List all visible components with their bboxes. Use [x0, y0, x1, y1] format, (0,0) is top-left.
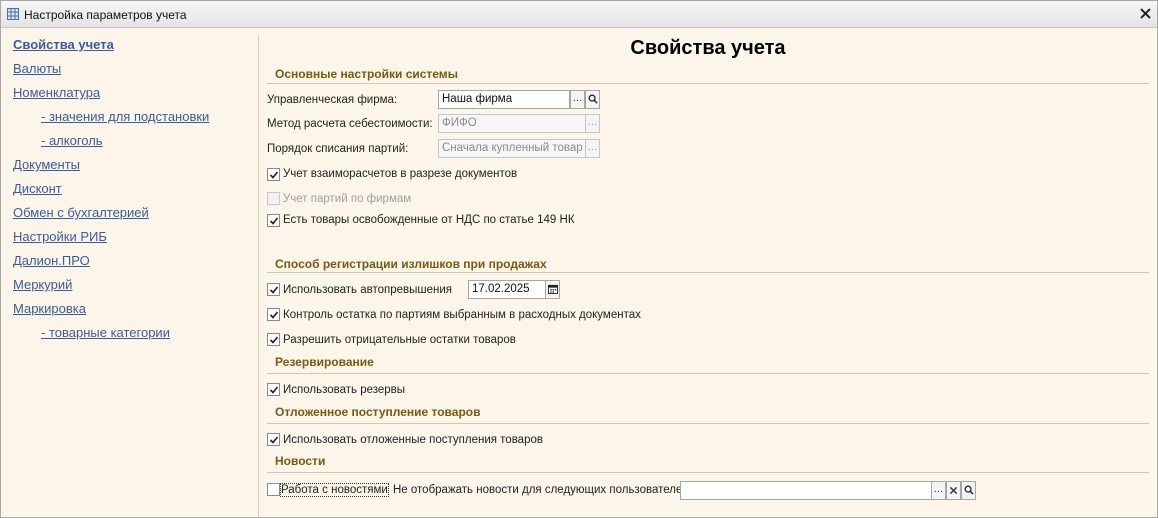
checkbox-news[interactable]	[267, 483, 280, 496]
window-title: Настройка параметров учета	[24, 8, 187, 22]
checkbox-batch-control-label[interactable]: Контроль остатка по партиям выбранным в …	[283, 309, 641, 321]
checkmark-icon	[269, 311, 279, 319]
sidebar-item-product-categories[interactable]: - товарные категории	[41, 325, 170, 340]
window-table-icon	[7, 8, 19, 20]
checkmark-icon	[269, 286, 279, 294]
checkmark-icon	[269, 336, 279, 344]
section-divider	[267, 472, 1149, 473]
sidebar-item-mercury[interactable]: Меркурий	[13, 277, 72, 292]
writeoff-order-label: Порядок списания партий:	[267, 143, 409, 155]
search-icon	[964, 485, 974, 495]
hide-news-clear-button[interactable]	[946, 481, 961, 500]
sidebar-item-nomenclature[interactable]: Номенклатура	[13, 85, 100, 100]
checkbox-settlements[interactable]	[267, 168, 280, 181]
firm-field[interactable]: Наша фирма	[438, 90, 570, 109]
checkmark-icon	[269, 171, 279, 179]
cost-method-field: ФИФО	[438, 114, 586, 133]
calendar-button[interactable]	[545, 280, 560, 299]
clear-icon	[949, 486, 958, 495]
autoexceed-date-field[interactable]: 17.02.2025	[468, 280, 546, 299]
checkbox-use-reserve[interactable]	[267, 383, 280, 396]
section-header-surplus: Способ регистрации излишков при продажах	[275, 257, 547, 271]
checkbox-autoexceed-label[interactable]: Использовать автопревышения	[283, 284, 452, 296]
search-icon	[588, 94, 598, 104]
checkbox-use-reserve-label[interactable]: Использовать резервы	[283, 384, 405, 396]
sidebar-item-accounting-properties[interactable]: Свойства учета	[13, 37, 114, 52]
sidebar-item-substitution-values[interactable]: - значения для подстановки	[41, 109, 209, 124]
checkmark-icon	[269, 386, 279, 394]
firm-select-button[interactable]: …	[570, 90, 585, 109]
checkbox-batches-by-firm	[267, 192, 280, 205]
checkbox-batch-control[interactable]	[267, 308, 280, 321]
checkmark-icon	[269, 436, 279, 444]
hide-news-users-label: Не отображать новости для следующих поль…	[393, 484, 692, 496]
cost-method-select-button: …	[585, 114, 600, 133]
hide-news-select-button[interactable]: …	[931, 481, 946, 500]
checkbox-vat-exempt[interactable]	[267, 214, 280, 227]
section-divider	[267, 423, 1149, 424]
firm-label: Управленческая фирма:	[267, 94, 398, 106]
sidebar-item-marking[interactable]: Маркировка	[13, 301, 86, 316]
checkbox-negative-stock-label[interactable]: Разрешить отрицательные остатки товаров	[283, 334, 516, 346]
section-header-reserve: Резервирование	[275, 355, 374, 369]
checkbox-autoexceed[interactable]	[267, 283, 280, 296]
checkbox-news-label[interactable]: Работа с новостями	[280, 483, 389, 497]
sidebar-item-currencies[interactable]: Валюты	[13, 61, 61, 76]
checkbox-settlements-label[interactable]: Учет взаиморасчетов в разрезе документов	[283, 168, 517, 180]
main-panel: Свойства учета Основные настройки систем…	[259, 29, 1157, 518]
settings-window: Настройка параметров учета Свойства учет…	[0, 0, 1158, 518]
calendar-icon	[547, 284, 558, 294]
firm-open-button[interactable]	[585, 90, 600, 109]
section-divider	[267, 272, 1149, 273]
sidebar-item-discount[interactable]: Дисконт	[13, 181, 62, 196]
sidebar-item-dalion-pro[interactable]: Далион.ПРО	[13, 253, 90, 268]
page-title: Свойства учета	[630, 37, 786, 59]
checkbox-batches-by-firm-label: Учет партий по фирмам	[283, 193, 412, 205]
sidebar-nav: Свойства учета Валюты Номенклатура - зна…	[1, 29, 258, 518]
hide-news-open-button[interactable]	[961, 481, 976, 500]
checkmark-icon	[269, 217, 279, 225]
writeoff-order-field: Сначала купленный товар	[438, 139, 586, 158]
sidebar-item-documents[interactable]: Документы	[13, 157, 80, 172]
cost-method-label: Метод расчета себестоимости:	[267, 118, 433, 130]
close-icon[interactable]	[1138, 6, 1153, 21]
checkbox-vat-exempt-label[interactable]: Есть товары освобожденные от НДС по стат…	[283, 214, 575, 226]
section-divider	[267, 373, 1149, 374]
section-header-deferred: Отложенное поступление товаров	[275, 405, 481, 419]
section-header-news: Новости	[275, 454, 326, 468]
sidebar-item-rib-settings[interactable]: Настройки РИБ	[13, 229, 107, 244]
checkbox-deferred-receipts-label[interactable]: Использовать отложенные поступления това…	[283, 434, 543, 446]
title-bar: Настройка параметров учета	[1, 1, 1157, 28]
section-divider	[267, 83, 1149, 84]
sidebar-item-accounting-exchange[interactable]: Обмен с бухгалтерией	[13, 205, 149, 220]
sidebar-item-alcohol[interactable]: - алкоголь	[41, 133, 103, 148]
writeoff-order-select-button: …	[585, 139, 600, 158]
hide-news-users-field[interactable]	[680, 481, 932, 500]
checkbox-deferred-receipts[interactable]	[267, 433, 280, 446]
checkbox-negative-stock[interactable]	[267, 333, 280, 346]
section-header-basic: Основные настройки системы	[275, 67, 458, 81]
